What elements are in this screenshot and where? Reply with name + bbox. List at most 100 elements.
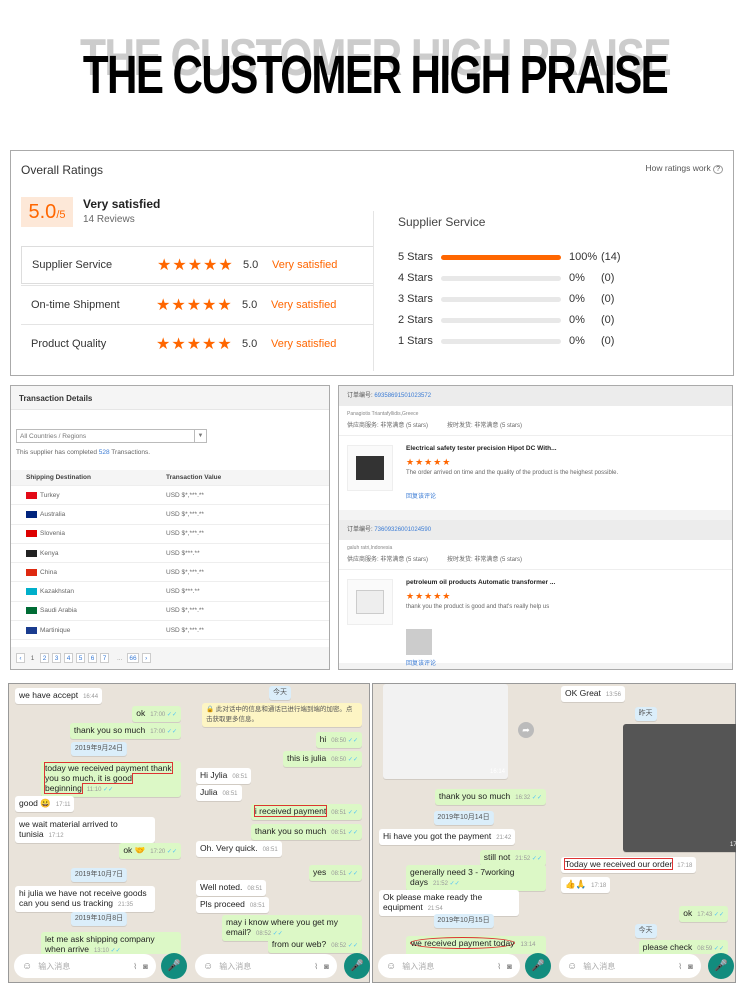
progress-bar	[441, 296, 561, 302]
message-time: 17:17	[729, 842, 736, 848]
microphone-button[interactable]: 🎤	[708, 953, 734, 979]
flag-icon	[26, 568, 37, 576]
page-button[interactable]: 6	[88, 653, 97, 663]
read-ticks-icon: ✓✓	[712, 912, 724, 918]
country-cell: Turkey	[11, 491, 166, 499]
rating-text: Very satisfied	[271, 337, 337, 350]
message-input[interactable]: ☺ 输入消息 ⌇ ◙	[378, 954, 520, 978]
message-time: 11:10	[86, 787, 102, 793]
how-ratings-work-link[interactable]: How ratings work ?	[646, 163, 723, 174]
order-number-link[interactable]: 73609326001024590	[374, 527, 431, 533]
message-input[interactable]: ☺ 输入消息 ⌇ ◙	[559, 954, 701, 978]
flag-icon	[26, 530, 37, 538]
star-label: 3 Stars	[398, 293, 433, 305]
supplier-service-rating: 供应商服务: 非常满意 (5 stars)	[347, 557, 429, 563]
rating-row: Product Quality ★★★★★ 5.0 Very satisfied	[21, 324, 373, 362]
attach-icon[interactable]: ⌇	[133, 962, 137, 971]
reviews-count: 14 Reviews	[83, 214, 135, 225]
product-image[interactable]	[347, 445, 393, 491]
incoming-message: we wait material arrived to tunisia 17:12	[15, 817, 155, 843]
image-message[interactable]: 17:17➦	[623, 724, 736, 852]
input-placeholder: 输入消息	[583, 961, 616, 971]
progress-bar	[441, 317, 561, 323]
star-percent: 0%	[569, 335, 585, 347]
reply-link[interactable]: 回复该评论	[406, 491, 436, 500]
col-value: Transaction Value	[166, 474, 222, 481]
review-text: The order arrived on time and the qualit…	[406, 470, 619, 476]
image-message[interactable]: 16:14 ➦	[383, 684, 534, 779]
rating-row: Supplier Service ★★★★★ 5.0 Very satisfied	[21, 246, 373, 284]
camera-icon[interactable]: ◙	[143, 962, 148, 971]
incoming-message: Ok please make ready the equipment 21:54	[379, 890, 519, 916]
order-number-link[interactable]: 69358691501023572	[374, 393, 431, 399]
review-photo[interactable]	[406, 629, 432, 655]
reply-link[interactable]: 回复该评论	[406, 658, 436, 667]
product-title-link[interactable]: Electrical safety tester precision Hipot…	[406, 445, 557, 452]
camera-icon[interactable]: ◙	[324, 962, 329, 971]
message-time: 08:51	[222, 791, 238, 797]
attach-icon[interactable]: ⌇	[314, 962, 318, 971]
page-button[interactable]: 5	[76, 653, 85, 663]
page-button[interactable]: 4	[64, 653, 73, 663]
star-count: (14)	[601, 251, 621, 263]
page-button[interactable]: 66	[127, 653, 139, 663]
date-divider: 今天	[634, 924, 657, 938]
forward-icon[interactable]: ➦	[518, 722, 534, 738]
product-image[interactable]	[347, 579, 393, 625]
country-filter-select[interactable]: All Countries / Regions ▼	[16, 429, 207, 443]
incoming-message: Well noted. 08:51	[196, 880, 267, 896]
country-name: Kazakhstan	[40, 588, 74, 596]
attach-icon[interactable]: ⌇	[497, 962, 501, 971]
emoji-icon[interactable]: ☺	[22, 961, 32, 972]
star-percent: 0%	[569, 272, 585, 284]
order-header: 订单编号: 73609326001024590	[339, 520, 732, 540]
page-button[interactable]: 3	[52, 653, 61, 663]
message-time: 17:18	[677, 863, 693, 869]
message-text: we received payment today	[410, 937, 516, 949]
incoming-message: Julia 08:51	[196, 785, 242, 801]
emoji-icon[interactable]: ☺	[567, 961, 577, 972]
page-button[interactable]: 7	[100, 653, 109, 663]
message-text: OK Great	[565, 688, 601, 698]
microphone-button[interactable]: 🎤	[161, 953, 187, 979]
star-bar-row: 4 Stars 0% (0)	[398, 271, 614, 285]
camera-icon[interactable]: ◙	[507, 962, 512, 971]
message-input[interactable]: ☺ 输入消息 ⌇ ◙	[195, 954, 337, 978]
read-ticks-icon: ✓✓	[346, 871, 358, 877]
page-button[interactable]: ›	[141, 653, 151, 663]
message-time: 08:51	[331, 830, 347, 836]
page-button[interactable]: 1	[28, 654, 37, 664]
product-title-link[interactable]: petroleum oil products Automatic transfo…	[406, 579, 555, 586]
message-text: thank you so much	[254, 826, 327, 836]
message-text: i received payment	[253, 805, 328, 817]
date-divider: 2019年9月24日	[70, 742, 128, 756]
rating-label: Supplier Service	[32, 259, 113, 271]
score-value: 5.0	[28, 201, 57, 223]
country-name: Saudi Arabia	[40, 607, 77, 615]
outgoing-message: ok 17:43 ✓✓	[679, 906, 728, 922]
emoji-icon[interactable]: ☺	[203, 961, 213, 972]
message-input[interactable]: ☺ 输入消息 ⌇ ◙	[14, 954, 156, 978]
read-ticks-icon: ✓✓	[346, 943, 358, 949]
attach-icon[interactable]: ⌇	[678, 962, 682, 971]
outgoing-message: from our web? 08:52 ✓✓	[267, 937, 362, 953]
divider	[373, 211, 374, 371]
completed-count-link[interactable]: 528	[99, 449, 110, 456]
microphone-button[interactable]: 🎤	[344, 953, 370, 979]
emoji-icon[interactable]: ☺	[386, 961, 396, 972]
order-header: 订单编号: 69358691501023572	[339, 386, 732, 406]
table-row: Martinique USD $*,***.**	[11, 621, 329, 641]
microphone-button[interactable]: 🎤	[525, 953, 551, 979]
page-button[interactable]: ‹	[16, 653, 25, 663]
message-time: 08:50	[331, 757, 347, 763]
table-row: Slovenia USD $*,***.**	[11, 525, 329, 544]
country-name: Slovenia	[40, 530, 65, 538]
camera-icon[interactable]: ◙	[688, 962, 693, 971]
rating-value: 5.0	[242, 337, 258, 350]
completed-suffix: Transactions.	[109, 449, 151, 456]
page-button[interactable]: 2	[40, 653, 49, 663]
message-time: 08:51	[247, 886, 263, 892]
message-text: Hi Jylia	[200, 770, 228, 780]
encryption-notice[interactable]: 🔒 此对话中的信息和通话已进行端到端的加密。点击获取更多信息。	[202, 703, 362, 727]
date-divider: 2019年10月14日	[433, 811, 494, 825]
